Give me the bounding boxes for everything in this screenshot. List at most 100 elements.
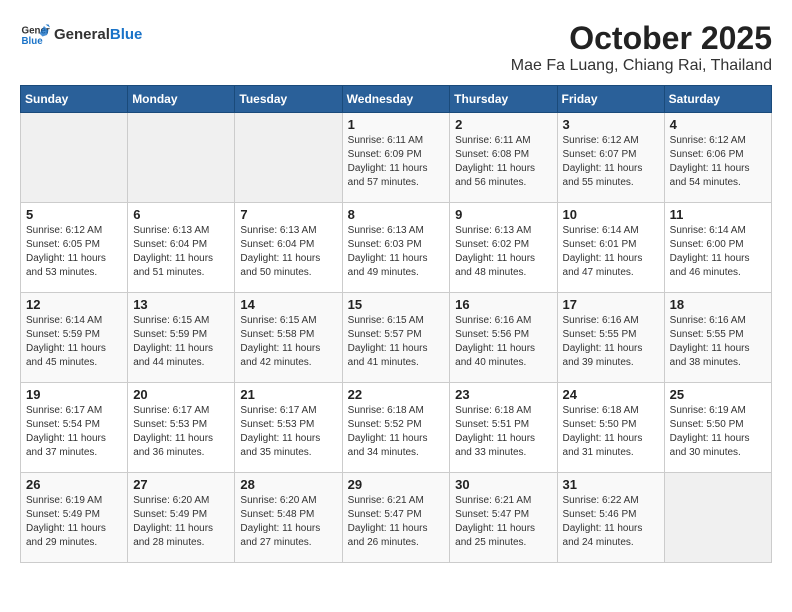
calendar-cell: 16 Sunrise: 6:16 AM Sunset: 5:56 PM Dayli…	[450, 293, 557, 383]
day-info: Sunrise: 6:18 AM Sunset: 5:51 PM Dayligh…	[455, 404, 551, 460]
day-info: Sunrise: 6:21 AM Sunset: 5:47 PM Dayligh…	[455, 494, 551, 550]
calendar-cell: 1Sunrise: 6:11 AM Sunset: 6:09 PM Daylig…	[342, 113, 450, 203]
title-block: October 2025 Mae Fa Luang, Chiang Rai, T…	[511, 20, 772, 75]
calendar-cell: 10Sunrise: 6:14 AM Sunset: 6:01 PM Dayli…	[557, 203, 664, 293]
day-info: Sunrise: 6:18 AM Sunset: 5:50 PM Dayligh…	[563, 404, 659, 460]
day-number: 30	[455, 477, 551, 492]
calendar-cell: 4Sunrise: 6:12 AM Sunset: 6:06 PM Daylig…	[664, 113, 771, 203]
day-number: 28	[240, 477, 336, 492]
header-saturday: Saturday	[664, 86, 771, 113]
day-number: 9	[455, 207, 551, 222]
day-number: 27	[133, 477, 229, 492]
header-friday: Friday	[557, 86, 664, 113]
day-number: 15	[348, 297, 445, 312]
logo-general: General	[54, 26, 110, 43]
calendar-cell	[235, 113, 342, 203]
calendar-cell: 23Sunrise: 6:18 AM Sunset: 5:51 PM Dayli…	[450, 383, 557, 473]
calendar-cell: 17 Sunrise: 6:16 AM Sunset: 5:55 PM Dayli…	[557, 293, 664, 383]
calendar-cell	[21, 113, 128, 203]
day-info: Sunrise: 6:12 AM Sunset: 6:05 PM Dayligh…	[26, 224, 122, 280]
calendar-cell: 2 Sunrise: 6:11 AM Sunset: 6:08 PM Daylig…	[450, 113, 557, 203]
day-info: Sunrise: 6:17 AM Sunset: 5:53 PM Dayligh…	[133, 404, 229, 460]
day-info: Sunrise: 6:11 AM Sunset: 6:09 PM Dayligh…	[348, 134, 445, 190]
calendar-cell: 15 Sunrise: 6:15 AM Sunset: 5:57 PM Dayli…	[342, 293, 450, 383]
calendar-cell: 28 Sunrise: 6:20 AM Sunset: 5:48 PM Dayli…	[235, 473, 342, 563]
day-info: Sunrise: 6:17 AM Sunset: 5:54 PM Dayligh…	[26, 404, 122, 460]
header-monday: Monday	[128, 86, 235, 113]
calendar-cell: 14 Sunrise: 6:15 AM Sunset: 5:58 PM Dayli…	[235, 293, 342, 383]
calendar-week-1: 1Sunrise: 6:11 AM Sunset: 6:09 PM Daylig…	[21, 113, 772, 203]
calendar-week-4: 19Sunrise: 6:17 AM Sunset: 5:54 PM Dayli…	[21, 383, 772, 473]
day-number: 14	[240, 297, 336, 312]
day-info: Sunrise: 6:22 AM Sunset: 5:46 PM Dayligh…	[563, 494, 659, 550]
header-sunday: Sunday	[21, 86, 128, 113]
day-info: Sunrise: 6:11 AM Sunset: 6:08 PM Dayligh…	[455, 134, 551, 190]
weekday-header-row: Sunday Monday Tuesday Wednesday Thursday…	[21, 86, 772, 113]
calendar-title: October 2025	[511, 20, 772, 57]
day-info: Sunrise: 6:13 AM Sunset: 6:04 PM Dayligh…	[133, 224, 229, 280]
day-info: Sunrise: 6:16 AM Sunset: 5:56 PM Dayligh…	[455, 314, 551, 370]
day-info: Sunrise: 6:20 AM Sunset: 5:49 PM Dayligh…	[133, 494, 229, 550]
header-wednesday: Wednesday	[342, 86, 450, 113]
calendar-week-2: 5 Sunrise: 6:12 AM Sunset: 6:05 PM Daylig…	[21, 203, 772, 293]
day-info: Sunrise: 6:12 AM Sunset: 6:07 PM Dayligh…	[563, 134, 659, 190]
day-number: 6	[133, 207, 229, 222]
logo: General Blue GeneralBlue	[20, 20, 142, 50]
day-info: Sunrise: 6:21 AM Sunset: 5:47 PM Dayligh…	[348, 494, 445, 550]
day-info: Sunrise: 6:16 AM Sunset: 5:55 PM Dayligh…	[563, 314, 659, 370]
day-number: 17	[563, 297, 659, 312]
day-number: 3	[563, 117, 659, 132]
calendar-cell: 7Sunrise: 6:13 AM Sunset: 6:04 PM Daylig…	[235, 203, 342, 293]
day-number: 31	[563, 477, 659, 492]
calendar-cell: 18Sunrise: 6:16 AM Sunset: 5:55 PM Dayli…	[664, 293, 771, 383]
day-info: Sunrise: 6:15 AM Sunset: 5:58 PM Dayligh…	[240, 314, 336, 370]
calendar-cell: 6 Sunrise: 6:13 AM Sunset: 6:04 PM Daylig…	[128, 203, 235, 293]
header-thursday: Thursday	[450, 86, 557, 113]
day-number: 16	[455, 297, 551, 312]
day-number: 4	[670, 117, 766, 132]
day-number: 25	[670, 387, 766, 402]
day-info: Sunrise: 6:15 AM Sunset: 5:59 PM Dayligh…	[133, 314, 229, 370]
day-info: Sunrise: 6:18 AM Sunset: 5:52 PM Dayligh…	[348, 404, 445, 460]
day-number: 20	[133, 387, 229, 402]
day-info: Sunrise: 6:19 AM Sunset: 5:49 PM Dayligh…	[26, 494, 122, 550]
calendar-cell	[664, 473, 771, 563]
day-info: Sunrise: 6:15 AM Sunset: 5:57 PM Dayligh…	[348, 314, 445, 370]
day-number: 5	[26, 207, 122, 222]
calendar-cell: 29Sunrise: 6:21 AM Sunset: 5:47 PM Dayli…	[342, 473, 450, 563]
calendar-cell: 24 Sunrise: 6:18 AM Sunset: 5:50 PM Dayli…	[557, 383, 664, 473]
calendar-cell: 13 Sunrise: 6:15 AM Sunset: 5:59 PM Dayli…	[128, 293, 235, 383]
calendar-cell: 9 Sunrise: 6:13 AM Sunset: 6:02 PM Daylig…	[450, 203, 557, 293]
calendar-week-3: 12Sunrise: 6:14 AM Sunset: 5:59 PM Dayli…	[21, 293, 772, 383]
calendar-table: Sunday Monday Tuesday Wednesday Thursday…	[20, 85, 772, 563]
day-number: 22	[348, 387, 445, 402]
day-number: 26	[26, 477, 122, 492]
day-info: Sunrise: 6:20 AM Sunset: 5:48 PM Dayligh…	[240, 494, 336, 550]
calendar-cell: 27 Sunrise: 6:20 AM Sunset: 5:49 PM Dayli…	[128, 473, 235, 563]
calendar-cell: 30 Sunrise: 6:21 AM Sunset: 5:47 PM Dayli…	[450, 473, 557, 563]
day-number: 11	[670, 207, 766, 222]
day-info: Sunrise: 6:14 AM Sunset: 6:01 PM Dayligh…	[563, 224, 659, 280]
calendar-body: 1Sunrise: 6:11 AM Sunset: 6:09 PM Daylig…	[21, 113, 772, 563]
day-info: Sunrise: 6:13 AM Sunset: 6:04 PM Dayligh…	[240, 224, 336, 280]
day-info: Sunrise: 6:13 AM Sunset: 6:03 PM Dayligh…	[348, 224, 445, 280]
day-number: 21	[240, 387, 336, 402]
day-info: Sunrise: 6:13 AM Sunset: 6:02 PM Dayligh…	[455, 224, 551, 280]
day-number: 24	[563, 387, 659, 402]
day-info: Sunrise: 6:17 AM Sunset: 5:53 PM Dayligh…	[240, 404, 336, 460]
logo-icon: General Blue	[20, 20, 50, 50]
calendar-cell: 3 Sunrise: 6:12 AM Sunset: 6:07 PM Daylig…	[557, 113, 664, 203]
calendar-cell: 21 Sunrise: 6:17 AM Sunset: 5:53 PM Dayli…	[235, 383, 342, 473]
calendar-week-5: 26 Sunrise: 6:19 AM Sunset: 5:49 PM Dayli…	[21, 473, 772, 563]
svg-text:Blue: Blue	[22, 36, 44, 47]
calendar-cell: 25 Sunrise: 6:19 AM Sunset: 5:50 PM Dayli…	[664, 383, 771, 473]
day-number: 8	[348, 207, 445, 222]
day-info: Sunrise: 6:16 AM Sunset: 5:55 PM Dayligh…	[670, 314, 766, 370]
day-number: 13	[133, 297, 229, 312]
calendar-cell: 26 Sunrise: 6:19 AM Sunset: 5:49 PM Dayli…	[21, 473, 128, 563]
day-info: Sunrise: 6:19 AM Sunset: 5:50 PM Dayligh…	[670, 404, 766, 460]
calendar-cell: 19Sunrise: 6:17 AM Sunset: 5:54 PM Dayli…	[21, 383, 128, 473]
logo-blue: Blue	[110, 26, 143, 43]
day-number: 2	[455, 117, 551, 132]
header-tuesday: Tuesday	[235, 86, 342, 113]
